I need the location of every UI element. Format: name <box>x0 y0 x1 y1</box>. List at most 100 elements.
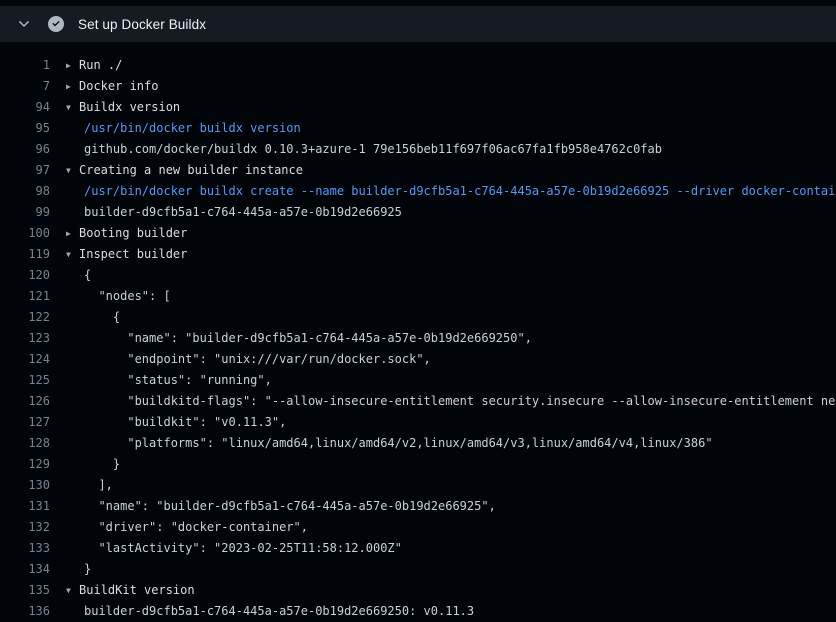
group-collapsed-icon[interactable]: ▶ <box>66 55 79 76</box>
line-number[interactable]: 127 <box>0 412 50 433</box>
log-group-header[interactable]: 94 ▼Buildx version <box>0 97 836 118</box>
log-line: 121 "nodes": [ <box>0 286 836 307</box>
group-title: Inspect builder <box>79 247 187 261</box>
line-number[interactable]: 128 <box>0 433 50 454</box>
log-line-text: } <box>84 454 120 475</box>
log-line: 95 /usr/bin/docker buildx version <box>0 118 836 139</box>
group-title: Booting builder <box>79 226 187 240</box>
log-line-text: github.com/docker/buildx 0.10.3+azure-1 … <box>84 139 662 160</box>
log-line: 124 "endpoint": "unix:///var/run/docker.… <box>0 349 836 370</box>
log-line: 128 "platforms": "linux/amd64,linux/amd6… <box>0 433 836 454</box>
log-line-text: /usr/bin/docker buildx version <box>84 118 301 139</box>
line-number[interactable]: 98 <box>0 181 50 202</box>
log-line-text: "nodes": [ <box>84 286 171 307</box>
log-line-text: } <box>84 559 91 580</box>
log-group-header[interactable]: 1 ▶Run ./ <box>0 55 836 76</box>
log-group-header[interactable]: 119 ▼Inspect builder <box>0 244 836 265</box>
line-number[interactable]: 96 <box>0 139 50 160</box>
group-collapsed-icon[interactable]: ▶ <box>66 223 79 244</box>
log-line: 134 } <box>0 559 836 580</box>
log-line-text: ▶Run ./ <box>66 55 122 76</box>
group-title: Buildx version <box>79 100 180 114</box>
log-line: 96 github.com/docker/buildx 0.10.3+azure… <box>0 139 836 160</box>
line-number[interactable]: 134 <box>0 559 50 580</box>
line-number[interactable]: 132 <box>0 517 50 538</box>
line-number[interactable]: 100 <box>0 223 50 244</box>
log-line-text: ▶Docker info <box>66 76 158 97</box>
log-line: 120 { <box>0 265 836 286</box>
log-line: 132 "driver": "docker-container", <box>0 517 836 538</box>
log-line-text: ], <box>84 475 113 496</box>
log-group-header[interactable]: 97 ▼Creating a new builder instance <box>0 160 836 181</box>
line-number[interactable]: 131 <box>0 496 50 517</box>
log-line-text: ▼Creating a new builder instance <box>66 160 303 181</box>
group-title: Run ./ <box>79 58 122 72</box>
log-line-text: ▼Inspect builder <box>66 244 187 265</box>
group-title: Creating a new builder instance <box>79 163 303 177</box>
log-viewer: Set up Docker Buildx 1 ▶Run ./ 7 ▶Docker… <box>0 6 836 622</box>
line-number[interactable]: 123 <box>0 328 50 349</box>
log-line-text: ▶Booting builder <box>66 223 187 244</box>
log-line: 130 ], <box>0 475 836 496</box>
log-line: 98 /usr/bin/docker buildx create --name … <box>0 181 836 202</box>
log-line-text: "endpoint": "unix:///var/run/docker.sock… <box>84 349 431 370</box>
line-number[interactable]: 120 <box>0 265 50 286</box>
group-title: Docker info <box>79 79 158 93</box>
log-line: 133 "lastActivity": "2023-02-25T11:58:12… <box>0 538 836 559</box>
log-line-text: "status": "running", <box>84 370 272 391</box>
log-line: 123 "name": "builder-d9cfb5a1-c764-445a-… <box>0 328 836 349</box>
log-line-text: "lastActivity": "2023-02-25T11:58:12.000… <box>84 538 402 559</box>
line-number[interactable]: 125 <box>0 370 50 391</box>
line-number[interactable]: 121 <box>0 286 50 307</box>
chevron-down-icon[interactable] <box>16 16 32 32</box>
line-number[interactable]: 97 <box>0 160 50 181</box>
log-line: 99 builder-d9cfb5a1-c764-445a-a57e-0b19d… <box>0 202 836 223</box>
line-number[interactable]: 124 <box>0 349 50 370</box>
line-number[interactable]: 133 <box>0 538 50 559</box>
log-line-text: builder-d9cfb5a1-c764-445a-a57e-0b19d2e6… <box>84 601 474 622</box>
log-line-text: "name": "builder-d9cfb5a1-c764-445a-a57e… <box>84 496 496 517</box>
log-line-text: "driver": "docker-container", <box>84 517 308 538</box>
line-number[interactable]: 126 <box>0 391 50 412</box>
log-line-text: "buildkitd-flags": "--allow-insecure-ent… <box>84 391 836 412</box>
group-expanded-icon[interactable]: ▼ <box>66 160 79 181</box>
line-number[interactable]: 7 <box>0 76 50 97</box>
log-lines-container: 1 ▶Run ./ 7 ▶Docker info 94 ▼Buildx vers… <box>0 42 836 622</box>
log-line-text: ▼BuildKit version <box>66 580 195 601</box>
line-number[interactable]: 119 <box>0 244 50 265</box>
line-number[interactable]: 1 <box>0 55 50 76</box>
line-number[interactable]: 122 <box>0 307 50 328</box>
group-collapsed-icon[interactable]: ▶ <box>66 76 79 97</box>
log-line: 125 "status": "running", <box>0 370 836 391</box>
log-group-header[interactable]: 100 ▶Booting builder <box>0 223 836 244</box>
log-group-header[interactable]: 135 ▼BuildKit version <box>0 580 836 601</box>
step-header[interactable]: Set up Docker Buildx <box>0 6 836 42</box>
log-line-text: { <box>84 307 120 328</box>
check-circle-icon <box>48 16 64 32</box>
line-number[interactable]: 135 <box>0 580 50 601</box>
line-number[interactable]: 95 <box>0 118 50 139</box>
group-title: BuildKit version <box>79 583 195 597</box>
log-line-text: "name": "builder-d9cfb5a1-c764-445a-a57e… <box>84 328 532 349</box>
log-line: 136 builder-d9cfb5a1-c764-445a-a57e-0b19… <box>0 601 836 622</box>
log-group-header[interactable]: 7 ▶Docker info <box>0 76 836 97</box>
group-expanded-icon[interactable]: ▼ <box>66 580 79 601</box>
log-line-text: builder-d9cfb5a1-c764-445a-a57e-0b19d2e6… <box>84 202 402 223</box>
step-title: Set up Docker Buildx <box>78 17 206 32</box>
line-number[interactable]: 130 <box>0 475 50 496</box>
line-number[interactable]: 99 <box>0 202 50 223</box>
log-line: 131 "name": "builder-d9cfb5a1-c764-445a-… <box>0 496 836 517</box>
line-number[interactable]: 94 <box>0 97 50 118</box>
log-line: 122 { <box>0 307 836 328</box>
log-line-text: /usr/bin/docker buildx create --name bui… <box>84 181 836 202</box>
log-line-text: "platforms": "linux/amd64,linux/amd64/v2… <box>84 433 713 454</box>
group-expanded-icon[interactable]: ▼ <box>66 97 79 118</box>
log-line-text: { <box>84 265 91 286</box>
log-line: 126 "buildkitd-flags": "--allow-insecure… <box>0 391 836 412</box>
group-expanded-icon[interactable]: ▼ <box>66 244 79 265</box>
log-line-text: ▼Buildx version <box>66 97 180 118</box>
line-number[interactable]: 129 <box>0 454 50 475</box>
line-number[interactable]: 136 <box>0 601 50 622</box>
log-line: 129 } <box>0 454 836 475</box>
log-line: 127 "buildkit": "v0.11.3", <box>0 412 836 433</box>
